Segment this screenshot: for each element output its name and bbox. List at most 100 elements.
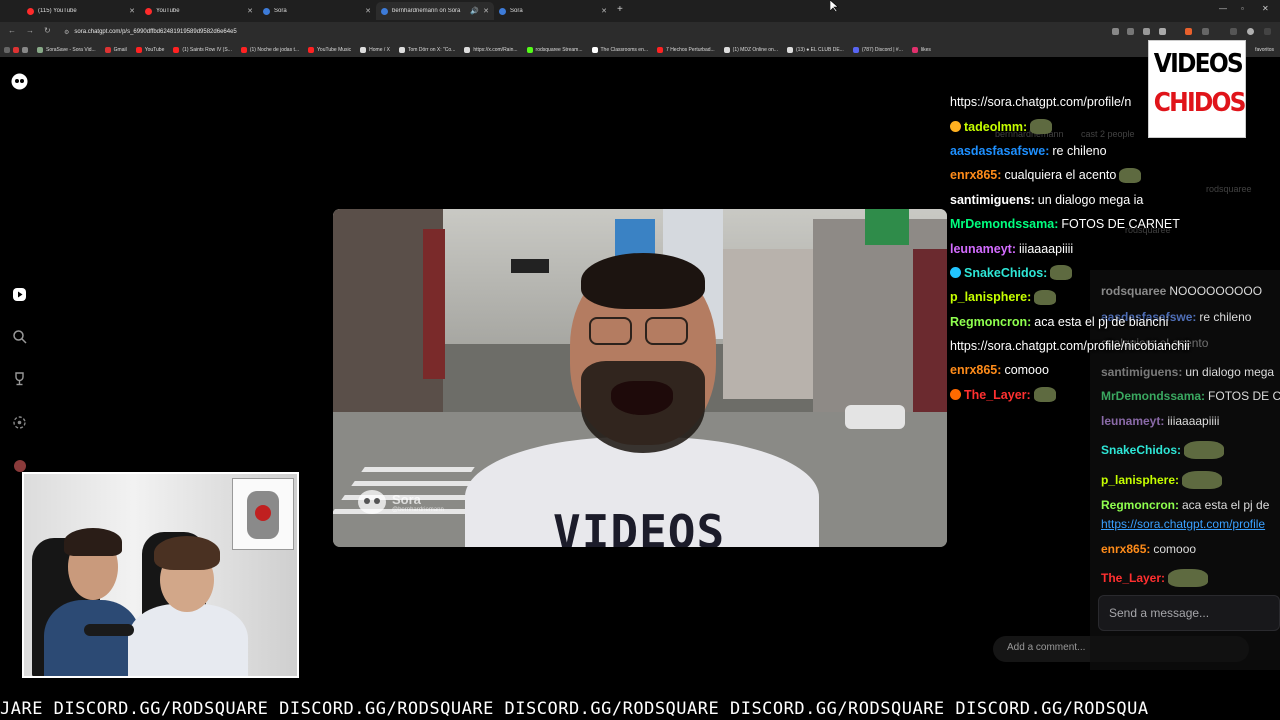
apps-icon[interactable]	[4, 46, 28, 53]
bookmark-item[interactable]: SoraSave - Sora Vid...	[37, 46, 96, 53]
home-icon[interactable]	[11, 286, 28, 303]
bookmark-item[interactable]: likes	[911, 46, 931, 53]
tab-title: (115) YouTube	[38, 8, 77, 14]
browser-tab-bar: (115) YouTube ✕ YouTube ✕ Sora ✕ bernhar…	[0, 0, 1280, 22]
chat-username[interactable]: santimiguens:	[950, 193, 1035, 207]
chat-username[interactable]: leunameyt:	[950, 242, 1016, 256]
videos-chidos-logo: VIDEOS CHIDOS	[1148, 40, 1246, 138]
close-icon[interactable]: ✕	[247, 7, 253, 15]
chat-username[interactable]: enrx865:	[950, 363, 1001, 377]
chat-text[interactable]: https://sora.chatgpt.com/profile	[1101, 517, 1265, 531]
chat-username[interactable]: SnakeChidos:	[1101, 443, 1181, 457]
chat-username[interactable]: enrx865:	[1101, 542, 1150, 556]
close-window-button[interactable]: ✕	[1262, 4, 1269, 13]
puzzle-icon[interactable]	[1202, 28, 1209, 35]
frog-emote-icon	[1184, 441, 1225, 459]
activity-icon[interactable]	[11, 414, 28, 431]
video-player[interactable]: VIDEOS Sora @bernhardriemann	[333, 209, 947, 547]
bookmarks-bar: SoraSave - Sora Vid... Gmail YouTube (1)…	[0, 42, 1280, 57]
chat-text: FOTOS DE CARNET	[1061, 217, 1180, 232]
chat-username[interactable]: MrDemondssama:	[950, 217, 1058, 231]
chat-username[interactable]: SnakeChidos:	[964, 266, 1047, 280]
chat-username[interactable]: tadeolmm:	[964, 120, 1027, 134]
bookmark-folder[interactable]: favoritos	[1255, 47, 1280, 53]
chat-text: cualquiera el acento	[1004, 168, 1117, 183]
bookmark-item[interactable]: (1) MDZ Online on...	[723, 46, 778, 53]
sora-icon	[499, 7, 506, 15]
chat-message: p_lanisphere:	[950, 285, 1280, 309]
tab-title: Sora	[510, 8, 523, 14]
star-icon[interactable]	[1159, 28, 1166, 35]
bookmark-item[interactable]: (13) ● EL CLUB DE...	[786, 46, 844, 53]
bookmark-item[interactable]: YouTube Music	[308, 46, 351, 53]
chat-message: Regmoncron: aca esta el pj de bianchi	[950, 310, 1280, 334]
tab-youtube-115[interactable]: (115) YouTube ✕	[22, 2, 140, 20]
back-icon[interactable]: ←	[8, 26, 16, 35]
extension-icon[interactable]	[1185, 28, 1192, 35]
chat-message: enrx865: comooo	[950, 358, 1280, 382]
chat-badge-icon	[950, 121, 961, 133]
chat-username[interactable]: The_Layer:	[1101, 571, 1165, 585]
bookmark-item[interactable]: The Classrooms en...	[591, 46, 648, 53]
speaker-icon[interactable]: 🔊	[470, 7, 479, 15]
bookmark-item[interactable]: 7 Hechos Perturbad...	[657, 46, 715, 53]
chat-username[interactable]: Regmoncron:	[950, 315, 1031, 329]
chat-username[interactable]: p_lanisphere:	[950, 290, 1031, 304]
site-info-icon[interactable]: ⚙	[64, 29, 69, 36]
bookmark-item[interactable]: Gmail	[104, 46, 127, 53]
search-icon[interactable]	[11, 328, 28, 345]
forward-icon[interactable]: →	[26, 26, 34, 35]
tab-youtube[interactable]: YouTube ✕	[140, 2, 258, 20]
chat-message: santimiguens: un dialogo mega ia	[950, 188, 1280, 212]
trophy-icon[interactable]	[11, 370, 28, 387]
tab-title: Sora	[274, 8, 287, 14]
close-icon[interactable]: ✕	[129, 7, 135, 15]
menu-icon[interactable]	[1264, 28, 1271, 35]
chat-username[interactable]: p_lanisphere:	[1101, 473, 1179, 487]
bookmark-item[interactable]: (787) Discord | #...	[852, 46, 903, 53]
sora-logo-icon[interactable]	[11, 73, 28, 90]
chat-username[interactable]: The_Layer:	[964, 388, 1031, 402]
download-icon[interactable]	[1230, 28, 1237, 35]
reload-icon[interactable]: ↻	[44, 26, 51, 35]
chat-message: leunameyt: iiiaaaapiiii	[950, 236, 1280, 260]
tab-sora-2[interactable]: Sora ✕	[494, 2, 612, 20]
extension-icon[interactable]	[1112, 28, 1119, 35]
chat-text: iiiaaaapiiii	[1019, 241, 1074, 256]
tab-sora[interactable]: Sora ✕	[258, 2, 376, 20]
bookmark-item[interactable]: Tom Dörr on X: "Co...	[399, 46, 455, 53]
person-hair	[154, 536, 220, 570]
glasses	[645, 317, 688, 345]
new-tab-button[interactable]: +	[617, 4, 623, 15]
avatar[interactable]	[1247, 28, 1254, 35]
youtube-icon	[145, 7, 152, 15]
close-icon[interactable]: ✕	[601, 7, 607, 15]
bookmark-item[interactable]: https://x.com/Rain...	[464, 46, 518, 53]
chat-username[interactable]: Regmoncron:	[1101, 498, 1179, 512]
zoom-icon[interactable]	[1143, 28, 1150, 35]
chat-username[interactable]: enrx865:	[950, 168, 1001, 182]
bookmark-item[interactable]: rodsquaree Stream...	[526, 46, 583, 53]
person-body	[128, 604, 248, 676]
chat-username[interactable]: aasdasfasafswe:	[950, 144, 1049, 158]
bookmark-item[interactable]: Home / X	[360, 46, 390, 53]
bookmark-item[interactable]: YouTube	[135, 46, 164, 53]
bookmark-item[interactable]: (1) Noche de jodas t...	[240, 46, 299, 53]
sora-icon	[381, 7, 388, 15]
traffic-light	[511, 259, 549, 273]
close-icon[interactable]: ✕	[365, 7, 371, 15]
shirt-text: VIDEOS	[553, 505, 726, 547]
tab-bernhardriemann[interactable]: bernhardriemann on Sora 🔊 ✕	[376, 2, 494, 20]
chat-input[interactable]: Send a message...	[1098, 595, 1280, 631]
maximize-button[interactable]: ▫	[1241, 4, 1244, 13]
close-icon[interactable]: ✕	[483, 7, 489, 15]
ticker-text: JARE DISCORD.GG/RODSQUARE DISCORD.GG/ROD…	[0, 699, 1149, 719]
extension-icon[interactable]	[1127, 28, 1134, 35]
chat-badge-icon	[950, 267, 961, 279]
bookmark-item[interactable]: (1) Saints Row IV (S...	[173, 46, 232, 53]
minimize-button[interactable]: —	[1219, 4, 1227, 13]
chat-username[interactable]: leunameyt:	[1101, 414, 1164, 428]
car	[845, 405, 905, 429]
url-field[interactable]: ⚙ sora.chatgpt.com/p/s_6990dffbd62481919…	[64, 25, 1094, 39]
chat-text: aca esta el pj de	[1182, 498, 1270, 512]
